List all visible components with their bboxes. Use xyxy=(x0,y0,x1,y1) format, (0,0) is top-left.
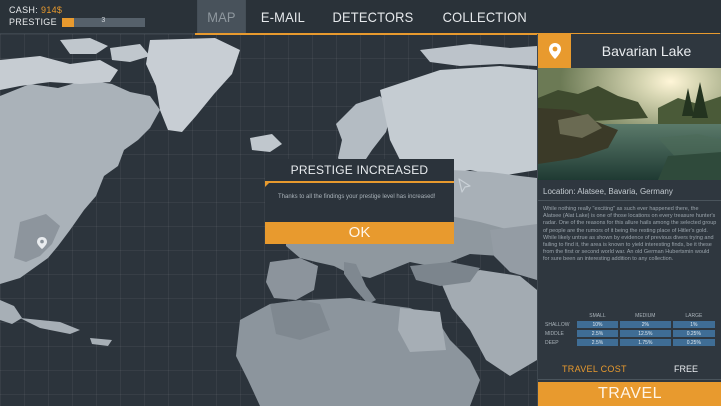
tab-map[interactable]: MAP xyxy=(197,0,246,34)
main-tabs: MAP E-MAIL DETECTORS COLLECTION xyxy=(195,0,541,34)
top-bar: CASH: 914$ PRESTIGE 3 MAP E-MAIL DETECTOR… xyxy=(0,0,721,34)
travel-cost: TRAVEL COST FREE xyxy=(538,359,721,379)
prestige-display: PRESTIGE 3 xyxy=(9,17,145,27)
landmass-arctic-islands xyxy=(60,38,150,62)
landmass-iberia xyxy=(266,258,318,300)
landmass-caspian-region xyxy=(490,224,537,280)
odds-row: SHALLOW 10% 2% 1% xyxy=(545,321,715,328)
landmass-caribbean xyxy=(20,318,112,346)
find-odds-table: SMALL MEDIUM LARGE SHALLOW 10% 2% 1% MID… xyxy=(543,310,717,348)
panel-divider xyxy=(538,200,721,201)
odds-row: MIDDLE 2.5% 12.5% 0.25% xyxy=(545,330,715,337)
map-marker-icon[interactable] xyxy=(37,237,47,249)
prestige-level: 3 xyxy=(101,16,106,24)
odds-row: DEEP 2.5% 1.75% 0.25% xyxy=(545,339,715,346)
location-pin-icon xyxy=(538,34,571,68)
landmass-central-america xyxy=(0,300,22,324)
location-panel: Bavarian Lake Location: Alatsee, Bavaria… xyxy=(537,34,721,406)
ok-button[interactable]: OK xyxy=(265,222,454,244)
tab-collection[interactable]: COLLECTION xyxy=(432,0,536,34)
odds-cell: 2.5% xyxy=(577,330,618,337)
odds-col-small: SMALL xyxy=(589,312,606,319)
odds-cell: 0.25% xyxy=(672,330,715,337)
odds-row-label: SHALLOW xyxy=(545,321,570,328)
travel-button[interactable]: TRAVEL xyxy=(538,382,721,406)
odds-cell: 10% xyxy=(577,321,618,328)
prestige-label: PRESTIGE xyxy=(9,17,57,27)
dialog-title: PRESTIGE INCREASED xyxy=(265,159,454,181)
location-title: Bavarian Lake xyxy=(601,43,692,59)
odds-col-large: LARGE xyxy=(685,312,703,319)
cash-label: CASH: xyxy=(9,5,39,15)
location-header: Bavarian Lake xyxy=(538,34,721,68)
odds-cell: 12.5% xyxy=(619,330,671,337)
travel-cost-value: FREE xyxy=(673,364,698,374)
odds-cell: 2.5% xyxy=(577,339,618,346)
prestige-dialog: Thanks to all the findings your prestige… xyxy=(265,181,454,222)
prestige-progress-bar: 3 xyxy=(61,16,145,27)
dialog-accent-notch xyxy=(265,181,271,187)
odds-row-label: DEEP xyxy=(545,339,559,346)
location-description: While nothing really "exciting" as such … xyxy=(543,206,717,263)
dialog-message: Thanks to all the findings your prestige… xyxy=(278,194,436,200)
odds-row-label: MIDDLE xyxy=(545,330,564,337)
cursor-arrow-icon xyxy=(458,178,471,193)
tab-detectors[interactable]: DETECTORS xyxy=(322,0,423,34)
odds-header-row: SMALL MEDIUM LARGE xyxy=(545,312,715,319)
landmass-greenland xyxy=(146,38,240,132)
location-subtitle: Location: Alatsee, Bavaria, Germany xyxy=(543,187,673,196)
travel-cost-label: TRAVEL COST xyxy=(562,364,627,374)
odds-cell: 0.25% xyxy=(672,339,715,346)
cash-value: 914$ xyxy=(41,5,63,15)
odds-col-medium: MEDIUM xyxy=(635,312,656,319)
landmass-russia-north xyxy=(420,44,537,66)
odds-cell: 1% xyxy=(672,321,715,328)
odds-cell: 1.75% xyxy=(619,339,671,346)
tab-email[interactable]: E-MAIL xyxy=(251,0,315,34)
odds-cell: 2% xyxy=(619,321,671,328)
landmass-iceland xyxy=(250,134,282,152)
travel-divider xyxy=(538,379,721,380)
odds-corner xyxy=(545,312,575,319)
cash-display: CASH: 914$ xyxy=(9,5,62,15)
location-photo xyxy=(538,68,721,180)
